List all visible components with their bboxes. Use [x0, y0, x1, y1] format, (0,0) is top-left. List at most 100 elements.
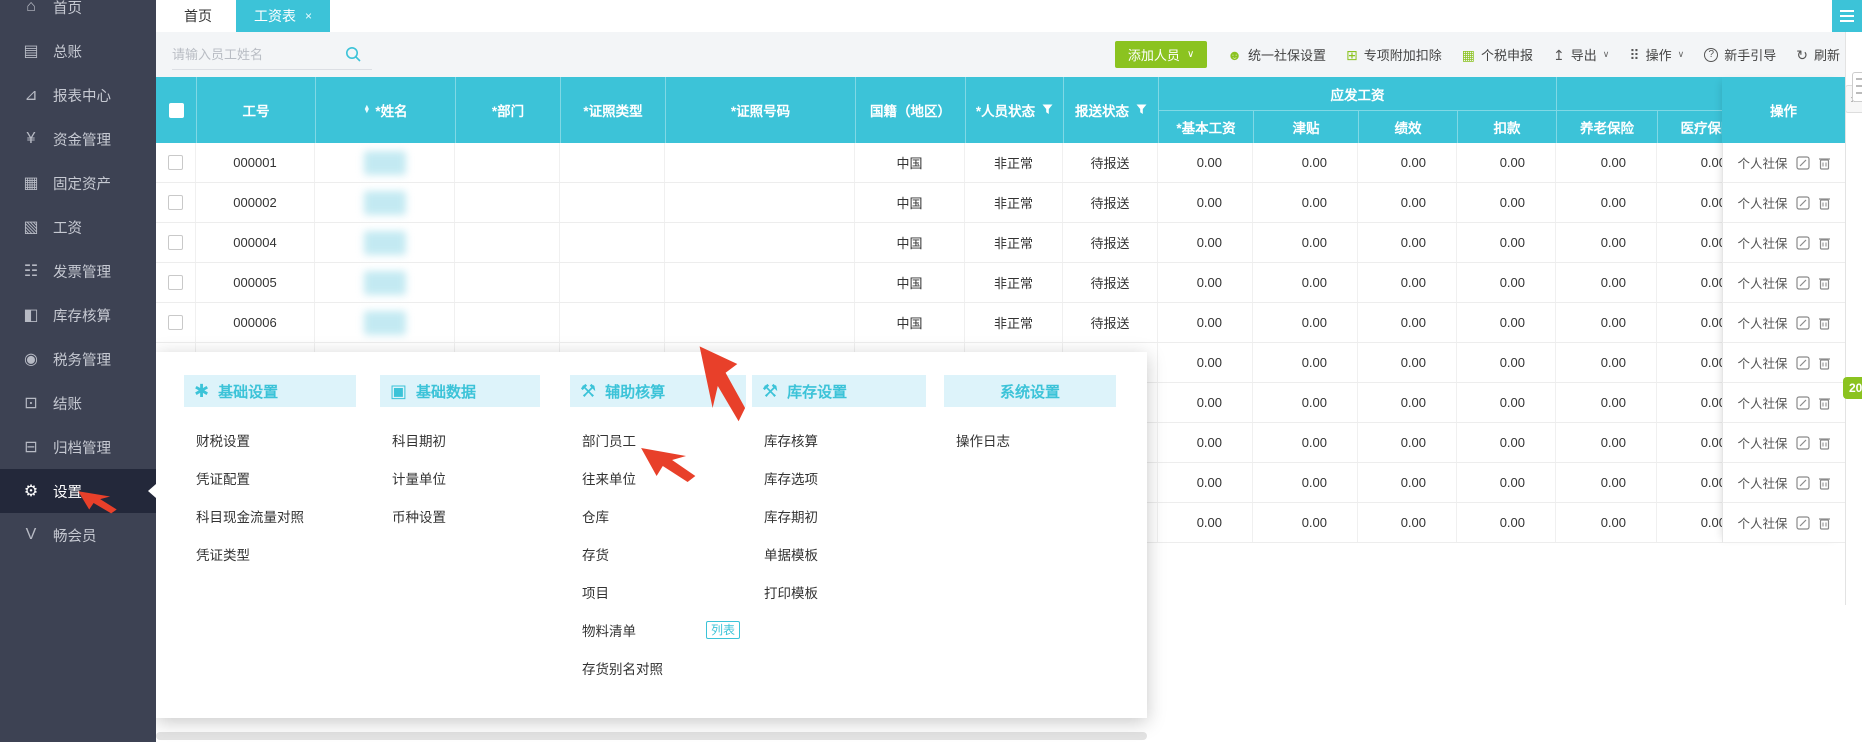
menu-item-操作日志[interactable]: 操作日志 [944, 421, 1116, 459]
sidebar-item-member-v[interactable]: V 畅会员 [0, 513, 156, 557]
personal-social-security-link[interactable]: 个人社保 [1737, 273, 1787, 292]
menu-item-财税设置[interactable]: 财税设置 [184, 421, 356, 459]
toolbar-social-security-button[interactable]: ☻ 统一社保设置 [1227, 45, 1326, 64]
column-header-cert_type[interactable]: *证照类型 [560, 77, 665, 143]
column-header-allowance[interactable]: 津贴 [1253, 110, 1358, 143]
menu-item-凭证配置[interactable]: 凭证配置 [184, 459, 356, 497]
sidebar-item-report-center[interactable]: ⊿ 报表中心 [0, 73, 156, 117]
menu-item-部门员工[interactable]: 部门员工 [570, 421, 746, 459]
column-header-deduct[interactable]: 扣款 [1457, 110, 1556, 143]
sidebar-item-ledger[interactable]: ▤ 总账 [0, 29, 156, 73]
tab-payroll-active[interactable]: 工资表 × [236, 0, 331, 32]
menu-item-单据模板[interactable]: 单据模板 [752, 535, 926, 573]
personal-social-security-link[interactable]: 个人社保 [1737, 433, 1787, 452]
row-checkbox[interactable] [168, 195, 183, 210]
sidebar-item-settings-gear[interactable]: ⚙ 设置 [0, 469, 156, 513]
delete-icon[interactable] [1818, 236, 1831, 250]
menu-item-打印模板[interactable]: 打印模板 [752, 573, 926, 611]
edit-icon[interactable] [1795, 475, 1810, 490]
row-checkbox[interactable] [168, 155, 183, 170]
edit-icon[interactable] [1795, 435, 1810, 450]
sidebar-item-archive[interactable]: ⊟ 归档管理 [0, 425, 156, 469]
personal-social-security-link[interactable]: 个人社保 [1737, 313, 1787, 332]
edit-icon[interactable] [1795, 315, 1810, 330]
column-header-dept[interactable]: *部门 [455, 77, 560, 143]
menu-item-往来单位[interactable]: 往来单位 [570, 459, 746, 497]
toolbar-question-button[interactable]: ? 新手引导 [1704, 45, 1776, 64]
sidebar-item-invoice[interactable]: ☷ 发票管理 [0, 249, 156, 293]
delete-icon[interactable] [1818, 476, 1831, 490]
menu-item-项目[interactable]: 项目 [570, 573, 746, 611]
personal-social-security-link[interactable]: 个人社保 [1737, 153, 1787, 172]
toolbar-tax-filing-button[interactable]: ▦ 个税申报 [1462, 45, 1533, 64]
toolbar-refresh-button[interactable]: ↻ 刷新 [1796, 45, 1840, 64]
horizontal-scrollbar[interactable] [156, 732, 1147, 740]
toolbar-operations-button[interactable]: ⠿ 操作 ∨ [1629, 45, 1684, 64]
sidebar-item-funds[interactable]: ¥ 资金管理 [0, 117, 156, 161]
menu-item-库存选项[interactable]: 库存选项 [752, 459, 926, 497]
menu-item-凭证类型[interactable]: 凭证类型 [184, 535, 356, 573]
row-checkbox[interactable] [168, 275, 183, 290]
personal-social-security-link[interactable]: 个人社保 [1737, 353, 1787, 372]
personal-social-security-link[interactable]: 个人社保 [1737, 193, 1787, 212]
edit-icon[interactable] [1795, 155, 1810, 170]
search-icon[interactable] [344, 45, 362, 63]
edit-icon[interactable] [1795, 355, 1810, 370]
menu-item-库存期初[interactable]: 库存期初 [752, 497, 926, 535]
add-person-button[interactable]: 添加人员 ∨ [1114, 41, 1208, 68]
column-header-country[interactable]: 国籍（地区） [855, 77, 965, 143]
column-header-cert_no[interactable]: *证照号码 [665, 77, 855, 143]
sidebar-item-fixed-assets[interactable]: ▦ 固定资产 [0, 161, 156, 205]
hamburger-icon[interactable] [1832, 0, 1862, 32]
tab-home[interactable]: 首页 [156, 0, 236, 32]
personal-social-security-link[interactable]: 个人社保 [1737, 393, 1787, 412]
sidebar-item-inventory[interactable]: ◧ 库存核算 [0, 293, 156, 337]
edit-icon[interactable] [1795, 275, 1810, 290]
list-badge[interactable]: 列表 [705, 621, 740, 639]
menu-item-存货别名对照[interactable]: 存货别名对照 [570, 649, 746, 687]
select-all-checkbox[interactable] [168, 102, 184, 118]
search-input[interactable] [172, 46, 342, 62]
row-checkbox[interactable] [168, 315, 183, 330]
menu-item-科目期初[interactable]: 科目期初 [380, 421, 540, 459]
menu-item-币种设置[interactable]: 币种设置 [380, 497, 540, 535]
menu-item-物料清单[interactable]: 物料清单 列表 [570, 611, 746, 649]
menu-item-库存核算[interactable]: 库存核算 [752, 421, 926, 459]
column-header-person_status[interactable]: *人员状态 [965, 77, 1063, 143]
column-header-perf[interactable]: 绩效 [1358, 110, 1457, 143]
edit-icon[interactable] [1795, 235, 1810, 250]
column-header-report_status[interactable]: 报送状态 [1063, 77, 1158, 143]
column-header-pension[interactable]: 养老保险 [1556, 110, 1657, 143]
delete-icon[interactable] [1818, 276, 1831, 290]
menu-item-计量单位[interactable]: 计量单位 [380, 459, 540, 497]
column-header-medical[interactable]: 医疗保险 [1657, 110, 1722, 143]
column-header-name[interactable]: ▲ ▼ *姓名 [315, 77, 455, 143]
edit-icon[interactable] [1795, 395, 1810, 410]
sort-icon[interactable]: ▲ ▼ [363, 104, 370, 115]
delete-icon[interactable] [1818, 396, 1831, 410]
edit-icon[interactable] [1795, 515, 1810, 530]
sidebar-item-tax[interactable]: ◉ 税务管理 [0, 337, 156, 381]
delete-icon[interactable] [1818, 516, 1831, 530]
row-checkbox[interactable] [168, 235, 183, 250]
personal-social-security-link[interactable]: 个人社保 [1737, 473, 1787, 492]
column-header-id[interactable]: 工号 [196, 77, 315, 143]
personal-social-security-link[interactable]: 个人社保 [1737, 513, 1787, 532]
delete-icon[interactable] [1818, 196, 1831, 210]
sidebar-item-salary[interactable]: ▧ 工资 [0, 205, 156, 249]
toolbar-special-deduction-button[interactable]: ⊞ 专项附加扣除 [1346, 45, 1442, 64]
sidebar-item-closing[interactable]: ⊡ 结账 [0, 381, 156, 425]
menu-item-科目现金流量对照[interactable]: 科目现金流量对照 [184, 497, 356, 535]
clipped-panel-icon[interactable] [1852, 72, 1862, 102]
personal-social-security-link[interactable]: 个人社保 [1737, 233, 1787, 252]
close-icon[interactable]: × [305, 9, 312, 23]
menu-item-存货[interactable]: 存货 [570, 535, 746, 573]
delete-icon[interactable] [1818, 316, 1831, 330]
delete-icon[interactable] [1818, 436, 1831, 450]
delete-icon[interactable] [1818, 156, 1831, 170]
sidebar-item-home[interactable]: ⌂ 首页 [0, 0, 156, 29]
filter-icon[interactable] [1136, 103, 1147, 118]
edit-icon[interactable] [1795, 195, 1810, 210]
toolbar-export-button[interactable]: ↥ 导出 ∨ [1553, 45, 1609, 64]
column-header-base[interactable]: *基本工资 [1158, 110, 1253, 143]
